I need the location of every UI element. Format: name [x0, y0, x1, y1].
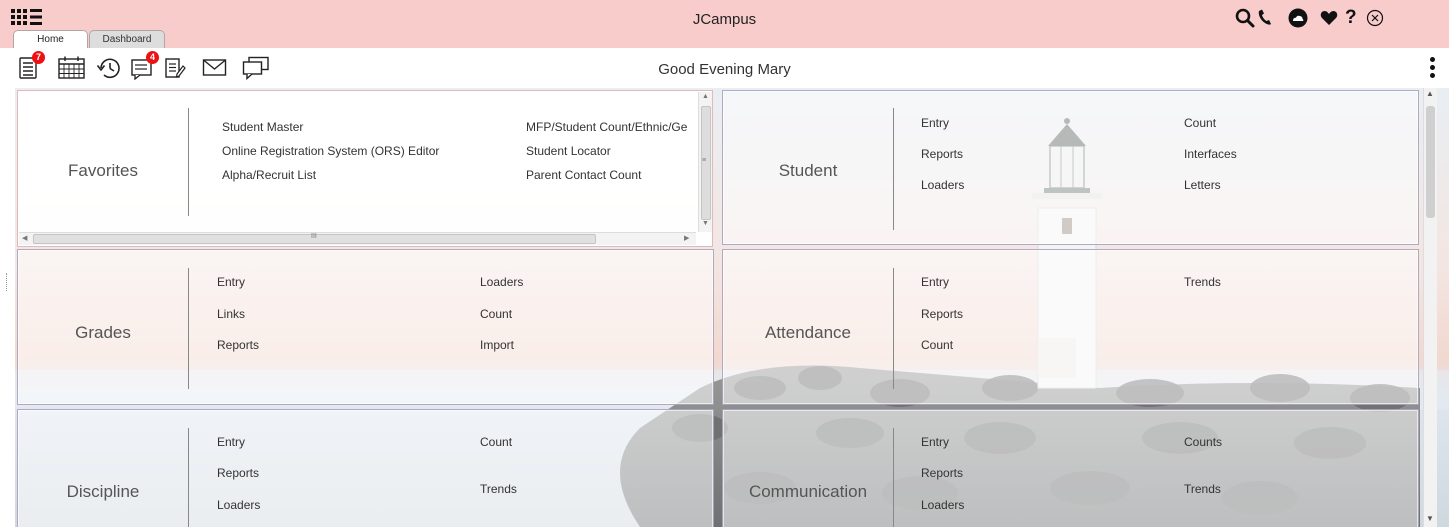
communication-tile: Communication Entry Reports Loaders Coun… [722, 409, 1419, 527]
app-title: JCampus [692, 11, 757, 28]
main-content: Favorites Student Master Online Registra… [0, 88, 1449, 527]
communication-link-trends[interactable]: Trends [1184, 482, 1221, 496]
page-scrollbar-thumb[interactable] [1426, 106, 1435, 218]
app-grid-menu-icon[interactable] [11, 9, 45, 32]
favorites-vertical-scrollbar[interactable]: ▲ ≡ ▼ [698, 92, 712, 232]
favorites-title: Favorites [68, 161, 138, 180]
student-link-loaders[interactable]: Loaders [921, 178, 964, 192]
communication-link-counts[interactable]: Counts [1184, 435, 1222, 449]
discipline-link-reports[interactable]: Reports [217, 466, 259, 480]
student-link-letters[interactable]: Letters [1184, 178, 1221, 192]
tab-dashboard[interactable]: Dashboard [89, 30, 165, 48]
favorites-viewport: Favorites Student Master Online Registra… [18, 91, 696, 231]
grades-link-count[interactable]: Count [480, 307, 512, 321]
more-options-icon[interactable] [1427, 54, 1437, 80]
student-link-interfaces[interactable]: Interfaces [1184, 147, 1237, 161]
student-link-entry[interactable]: Entry [921, 116, 949, 130]
favorites-link-mfp-count[interactable]: MFP/Student Count/Ethnic/Ge [526, 120, 687, 134]
top-icon-group: ? [1235, 7, 1435, 33]
chat-icon[interactable] [242, 56, 270, 85]
attendance-link-count[interactable]: Count [921, 338, 953, 352]
grades-link-import[interactable]: Import [480, 338, 514, 352]
calendar-icon[interactable] [57, 56, 87, 85]
discipline-tile: Discipline Entry Reports Loaders Count T… [17, 409, 714, 527]
grades-link-loaders[interactable]: Loaders [480, 275, 523, 289]
left-margin [0, 88, 15, 527]
favorites-link-ors-editor[interactable]: Online Registration System (ORS) Editor [222, 144, 439, 158]
close-icon[interactable] [1366, 9, 1384, 32]
notes-icon[interactable]: 7 [19, 51, 45, 85]
top-bar: JCampus Home Dashboard ? [0, 0, 1449, 49]
attendance-link-entry[interactable]: Entry [921, 275, 949, 289]
favorites-horizontal-scrollbar[interactable]: ◀ III ▶ [19, 232, 696, 245]
discipline-divider [188, 428, 189, 527]
tasks-badge: 4 [146, 51, 159, 64]
page-vertical-scrollbar[interactable]: ▲ ▼ [1423, 88, 1437, 527]
phone-icon[interactable] [1256, 8, 1274, 33]
heart-icon[interactable] [1319, 8, 1339, 33]
favorites-link-student-master[interactable]: Student Master [222, 120, 303, 134]
student-title: Student [778, 161, 838, 180]
student-link-count[interactable]: Count [1184, 116, 1216, 130]
grades-tile: Grades Entry Links Reports Loaders Count… [17, 249, 714, 405]
tab-home[interactable]: Home [13, 30, 88, 49]
attendance-link-trends[interactable]: Trends [1184, 275, 1221, 289]
favorites-divider [188, 108, 189, 216]
student-divider [893, 108, 894, 230]
grades-divider [188, 268, 189, 389]
tasks-icon[interactable]: 4 [131, 51, 159, 85]
help-icon[interactable]: ? [1345, 7, 1357, 29]
favorites-tile: Favorites Student Master Online Registra… [17, 90, 713, 247]
grades-title: Grades [75, 323, 131, 342]
attendance-title: Attendance [764, 323, 851, 342]
grades-link-links[interactable]: Links [217, 307, 245, 321]
communication-link-entry[interactable]: Entry [921, 435, 949, 449]
discipline-link-entry[interactable]: Entry [217, 435, 245, 449]
communication-divider [893, 428, 894, 527]
attendance-tile: Attendance Entry Reports Count Trends [722, 249, 1419, 405]
student-link-reports[interactable]: Reports [921, 147, 963, 161]
communication-link-reports[interactable]: Reports [921, 466, 963, 480]
attendance-link-reports[interactable]: Reports [921, 307, 963, 321]
favorites-link-parent-contact[interactable]: Parent Contact Count [526, 168, 641, 182]
history-icon[interactable] [96, 56, 124, 85]
communication-title: Communication [748, 482, 868, 501]
search-icon[interactable] [1235, 8, 1255, 33]
notes-badge: 7 [32, 51, 45, 64]
communication-link-loaders[interactable]: Loaders [921, 498, 964, 512]
mail-icon[interactable] [202, 58, 228, 83]
attendance-divider [893, 268, 894, 389]
student-tile: Student Entry Reports Loaders Count Inte… [722, 90, 1419, 245]
favorites-link-alpha-recruit[interactable]: Alpha/Recruit List [222, 168, 316, 182]
document-icon[interactable] [164, 56, 186, 85]
grades-link-reports[interactable]: Reports [217, 338, 259, 352]
grades-link-entry[interactable]: Entry [217, 275, 245, 289]
discipline-title: Discipline [66, 482, 140, 501]
cloud-icon[interactable] [1287, 8, 1309, 33]
discipline-link-loaders[interactable]: Loaders [217, 498, 260, 512]
favorites-link-student-locator[interactable]: Student Locator [526, 144, 611, 158]
quick-toolbar: 7 4 Good Evening Mary [0, 48, 1449, 89]
discipline-link-count[interactable]: Count [480, 435, 512, 449]
discipline-link-trends[interactable]: Trends [480, 482, 517, 496]
